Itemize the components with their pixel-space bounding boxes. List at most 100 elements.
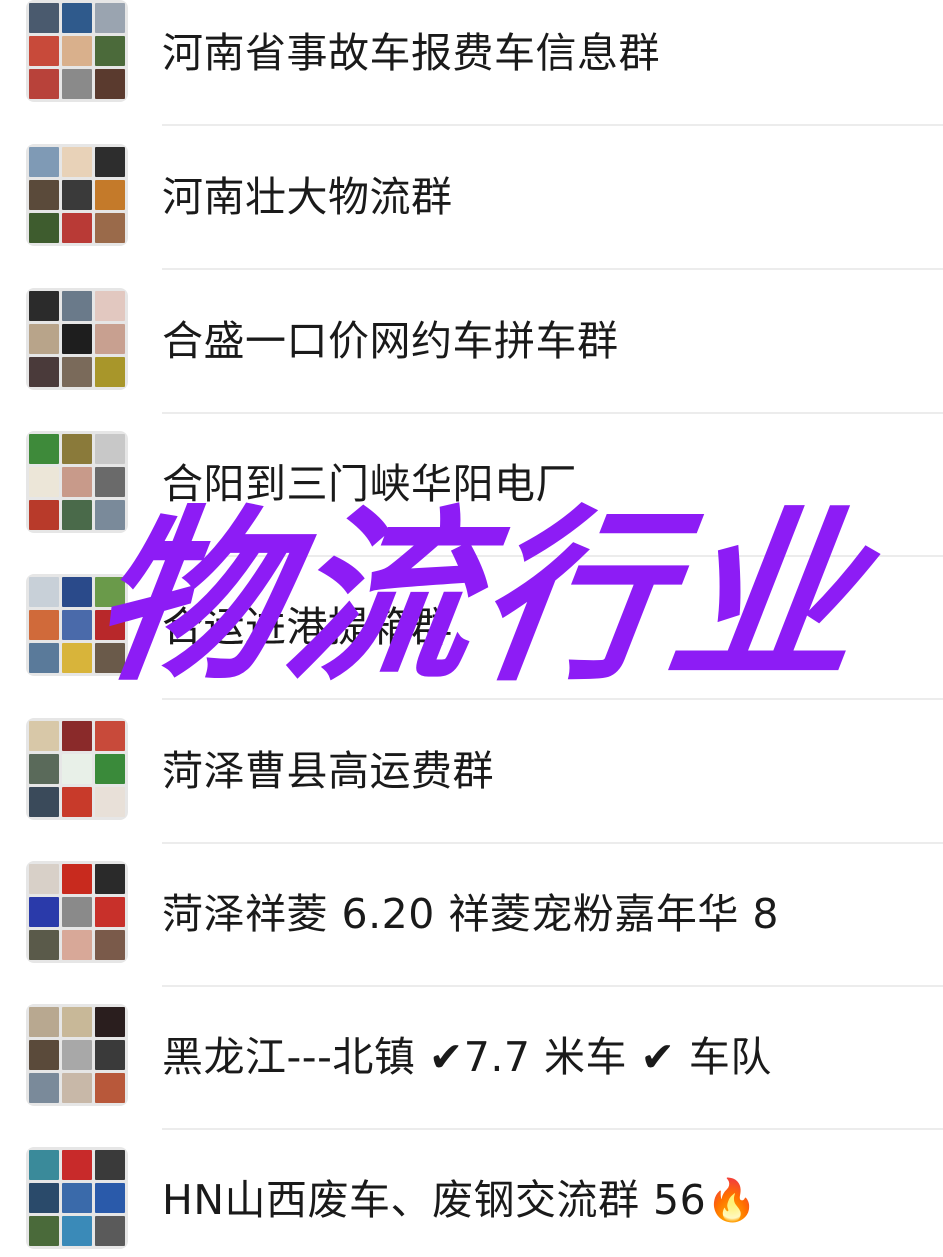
group-avatar-grid-icon — [26, 0, 128, 102]
row-divider — [162, 555, 943, 557]
group-name: 河南省事故车报费车信息群 — [162, 29, 660, 77]
group-row[interactable]: 菏泽曹县高运费群 — [0, 718, 943, 861]
group-row[interactable]: 合阳到三门峡华阳电厂 — [0, 431, 943, 574]
avatar-tile — [95, 1040, 125, 1070]
avatar-tile — [62, 610, 92, 640]
group-name: 合盛一口价网约车拼车群 — [162, 317, 619, 365]
avatar-tile — [29, 577, 59, 607]
avatar-tile — [62, 1073, 92, 1103]
avatar-tile — [62, 147, 92, 177]
group-row[interactable]: 黑龙江---北镇 ✔7.7 米车 ✔ 车队 — [0, 1004, 943, 1147]
group-avatar-grid-icon — [26, 1147, 128, 1249]
avatar-tile — [95, 1183, 125, 1213]
row-divider — [162, 842, 943, 844]
group-avatar-grid-icon — [26, 718, 128, 820]
avatar-tile — [95, 1073, 125, 1103]
group-row[interactable]: 河南壮大物流群 — [0, 144, 943, 287]
group-name: 合阳到三门峡华阳电厂 — [162, 460, 577, 508]
avatar-tile — [62, 180, 92, 210]
avatar-tile — [29, 69, 59, 99]
group-avatar-grid-icon — [26, 144, 128, 246]
row-divider — [162, 268, 943, 270]
avatar-tile — [29, 721, 59, 751]
avatar-tile — [62, 754, 92, 784]
avatar-tile — [29, 897, 59, 927]
avatar-tile — [62, 643, 92, 673]
group-name: 河南壮大物流群 — [162, 173, 453, 221]
row-divider — [162, 985, 943, 987]
avatar-tile — [29, 610, 59, 640]
avatar-tile — [29, 1040, 59, 1070]
avatar-tile — [62, 1150, 92, 1180]
row-divider — [162, 1128, 943, 1130]
avatar-tile — [95, 643, 125, 673]
avatar-tile — [95, 434, 125, 464]
group-name: 黑龙江---北镇 ✔7.7 米车 ✔ 车队 — [162, 1033, 772, 1081]
avatar-tile — [62, 434, 92, 464]
avatar-tile — [29, 3, 59, 33]
avatar-tile — [62, 1007, 92, 1037]
avatar-tile — [29, 434, 59, 464]
avatar-tile — [62, 324, 92, 354]
avatar-tile — [62, 500, 92, 530]
row-divider — [162, 124, 943, 126]
avatar-tile — [95, 930, 125, 960]
avatar-tile — [62, 1183, 92, 1213]
avatar-tile — [29, 1216, 59, 1246]
avatar-tile — [29, 467, 59, 497]
group-avatar-grid-icon — [26, 1004, 128, 1106]
avatar-tile — [29, 1073, 59, 1103]
avatar-tile — [95, 721, 125, 751]
group-row[interactable]: 河南省事故车报费车信息群 — [0, 0, 943, 143]
avatar-tile — [62, 577, 92, 607]
row-divider — [162, 698, 943, 700]
group-avatar-grid-icon — [26, 288, 128, 390]
avatar-tile — [29, 36, 59, 66]
row-divider — [162, 412, 943, 414]
avatar-tile — [62, 467, 92, 497]
group-row[interactable]: HN山西废车、废钢交流群 56🔥 — [0, 1147, 943, 1257]
group-row[interactable]: 菏泽祥菱 6.20 祥菱宠粉嘉年华 8 — [0, 861, 943, 1004]
avatar-tile — [62, 930, 92, 960]
group-name: 合运进港提箱群 — [162, 603, 453, 651]
avatar-tile — [62, 787, 92, 817]
avatar-tile — [95, 754, 125, 784]
avatar-tile — [62, 36, 92, 66]
avatar-tile — [29, 1150, 59, 1180]
avatar-tile — [29, 324, 59, 354]
avatar-tile — [62, 1216, 92, 1246]
avatar-tile — [95, 357, 125, 387]
group-avatar-grid-icon — [26, 574, 128, 676]
avatar-tile — [62, 357, 92, 387]
avatar-tile — [95, 324, 125, 354]
avatar-tile — [29, 754, 59, 784]
avatar-tile — [95, 787, 125, 817]
avatar-tile — [95, 213, 125, 243]
avatar-tile — [95, 577, 125, 607]
avatar-tile — [95, 1216, 125, 1246]
group-avatar-grid-icon — [26, 861, 128, 963]
avatar-tile — [29, 930, 59, 960]
group-name: 菏泽曹县高运费群 — [162, 747, 494, 795]
avatar-tile — [62, 721, 92, 751]
avatar-tile — [29, 147, 59, 177]
avatar-tile — [29, 357, 59, 387]
avatar-tile — [62, 864, 92, 894]
avatar-tile — [62, 213, 92, 243]
avatar-tile — [62, 3, 92, 33]
group-avatar-grid-icon — [26, 431, 128, 533]
avatar-tile — [95, 147, 125, 177]
avatar-tile — [95, 69, 125, 99]
avatar-tile — [95, 1150, 125, 1180]
group-row[interactable]: 合盛一口价网约车拼车群 — [0, 288, 943, 431]
avatar-tile — [95, 467, 125, 497]
avatar-tile — [95, 3, 125, 33]
avatar-tile — [62, 291, 92, 321]
avatar-tile — [95, 610, 125, 640]
avatar-tile — [29, 291, 59, 321]
avatar-tile — [29, 500, 59, 530]
avatar-tile — [29, 864, 59, 894]
avatar-tile — [95, 291, 125, 321]
avatar-tile — [29, 1183, 59, 1213]
group-row[interactable]: 合运进港提箱群 — [0, 574, 943, 717]
